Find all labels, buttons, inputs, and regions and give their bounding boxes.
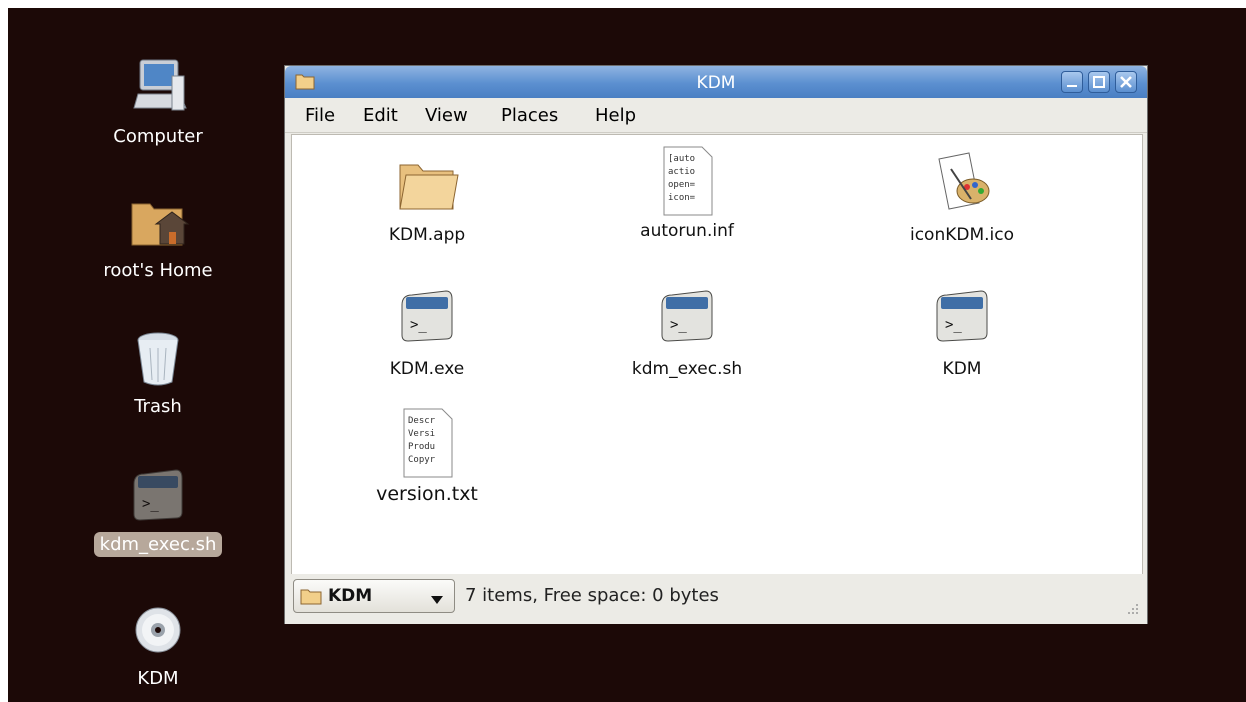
window-titlebar[interactable]: KDM <box>285 66 1147 98</box>
desktop-icon-label: kdm_exec.sh <box>93 532 223 557</box>
menu-edit[interactable]: Edit <box>363 105 398 126</box>
file-name: version.txt <box>376 483 478 505</box>
desktop-icon-kdm-disc[interactable]: KDM <box>83 598 233 691</box>
file-name: iconKDM.ico <box>909 225 1015 245</box>
folder-icon <box>392 149 462 217</box>
cd-disc-icon <box>126 598 190 662</box>
terminal-script-icon: >_ <box>126 464 190 528</box>
desktop-icon-computer[interactable]: Computer <box>83 56 233 149</box>
file-manager-window[interactable]: KDM File Edit View Places Help KDM.app [… <box>284 65 1148 624</box>
status-bar: KDM 7 items, Free space: 0 bytes <box>285 574 1147 624</box>
desktop-icon-label: Trash <box>134 396 182 417</box>
file-item[interactable]: >_ kdm_exec.sh <box>597 283 777 379</box>
menu-help[interactable]: Help <box>595 105 636 126</box>
desktop-icon-label: root's Home <box>103 260 213 281</box>
svg-text:>_: >_ <box>142 496 159 512</box>
file-view[interactable]: KDM.app [auto actio open= icon= autorun.… <box>291 134 1143 576</box>
desktop: Computer root's Home Trash >_ kdm_exec.s… <box>8 8 1246 702</box>
text-file-icon: [auto actio open= icon= <box>652 145 722 216</box>
menu-bar: File Edit View Places Help <box>285 98 1147 133</box>
file-preview-line: [auto <box>668 154 695 164</box>
home-folder-icon <box>126 190 190 254</box>
terminal-script-icon: >_ <box>392 283 462 351</box>
trash-icon <box>126 326 190 390</box>
computer-icon <box>126 56 190 120</box>
file-item[interactable]: Descr Versi Produ Copyr version.txt <box>337 407 517 505</box>
location-label: KDM <box>328 586 373 606</box>
file-item[interactable]: >_ KDM <box>872 283 1052 379</box>
window-title: KDM <box>696 73 736 93</box>
desktop-icon-home[interactable]: root's Home <box>83 190 233 283</box>
svg-text:>_: >_ <box>410 317 427 333</box>
menu-places[interactable]: Places <box>501 105 558 126</box>
file-preview-line: Versi <box>408 429 435 439</box>
desktop-icon-kdm-exec[interactable]: >_ kdm_exec.sh <box>83 464 233 557</box>
menu-view[interactable]: View <box>425 105 468 126</box>
file-preview-line: open= <box>668 180 696 190</box>
file-item[interactable]: [auto actio open= icon= autorun.inf <box>597 145 777 241</box>
maximize-button[interactable] <box>1088 71 1110 93</box>
svg-text:>_: >_ <box>945 317 962 333</box>
file-name: KDM.exe <box>389 359 465 379</box>
location-dropdown[interactable]: KDM <box>293 579 455 613</box>
resize-grip-icon[interactable] <box>1125 600 1139 619</box>
close-button[interactable] <box>1115 71 1137 93</box>
desktop-icon-label: Computer <box>113 126 203 147</box>
terminal-script-icon: >_ <box>927 283 997 351</box>
file-preview-line: Copyr <box>408 455 436 465</box>
file-preview-line: actio <box>668 167 695 177</box>
file-name: KDM.app <box>388 225 466 245</box>
file-name: autorun.inf <box>640 221 734 241</box>
file-item[interactable]: KDM.app <box>337 149 517 245</box>
desktop-icon-trash[interactable]: Trash <box>83 326 233 419</box>
file-preview-line: icon= <box>668 193 696 203</box>
status-text: 7 items, Free space: 0 bytes <box>465 585 719 606</box>
menu-file[interactable]: File <box>305 105 335 126</box>
file-name: kdm_exec.sh <box>631 359 743 379</box>
svg-text:>_: >_ <box>670 317 687 333</box>
chevron-down-icon <box>430 590 444 609</box>
minimize-button[interactable] <box>1061 71 1083 93</box>
folder-icon <box>300 587 322 609</box>
file-item[interactable]: iconKDM.ico <box>872 149 1052 245</box>
terminal-script-icon: >_ <box>652 283 722 351</box>
file-preview-line: Descr <box>408 416 436 426</box>
image-file-icon <box>927 149 997 217</box>
file-name: KDM <box>942 359 982 379</box>
text-file-icon: Descr Versi Produ Copyr <box>392 407 462 478</box>
file-item[interactable]: >_ KDM.exe <box>337 283 517 379</box>
file-preview-line: Produ <box>408 442 435 452</box>
desktop-icon-label: KDM <box>137 668 179 689</box>
